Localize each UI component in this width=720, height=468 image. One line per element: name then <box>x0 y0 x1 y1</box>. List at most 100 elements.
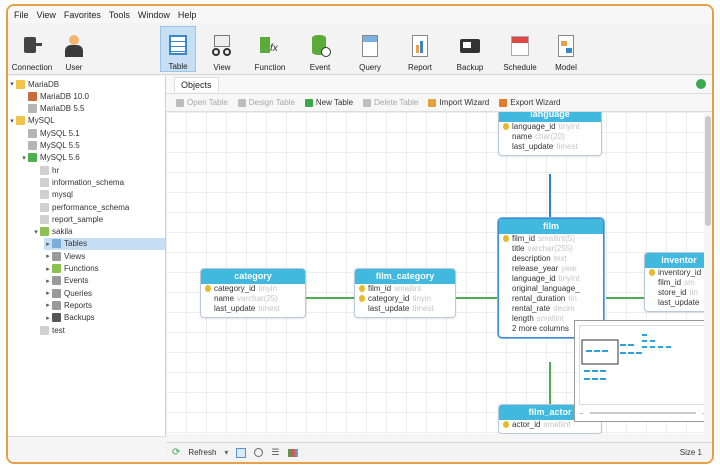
field-name: film_id <box>512 234 536 243</box>
hand-tool-icon[interactable] <box>254 448 264 457</box>
menu-item-window[interactable]: Window <box>138 10 170 20</box>
tree-item-report-sample[interactable]: report_sample <box>32 213 165 225</box>
table-icon <box>166 32 190 58</box>
tree-item-tables[interactable]: ▸ Tables <box>44 237 165 250</box>
tree-item-information-schema[interactable]: information_schema <box>32 176 165 188</box>
import-wizard-button[interactable]: Import Wizard <box>428 98 489 107</box>
minimap-zoom[interactable]: − + <box>579 409 707 418</box>
expand-arrow-icon[interactable]: ▸ <box>44 289 52 297</box>
tree-item-mysql-5-5[interactable]: MySQL 5.5 <box>20 140 165 152</box>
expand-arrow-icon[interactable]: ▸ <box>44 240 52 248</box>
er-field: original_language_ <box>499 284 603 294</box>
tree-item-mysql-5-6[interactable]: ▾ MySQL 5.6 <box>20 152 165 164</box>
tree-item-events[interactable]: ▸ Events <box>44 275 165 287</box>
server-on-icon <box>28 153 37 163</box>
add-icon[interactable] <box>696 79 706 89</box>
field-type: tinyint <box>558 274 580 283</box>
tree-item-label: MariaDB 10.0 <box>40 91 89 101</box>
expand-arrow-icon[interactable]: ▸ <box>44 265 52 273</box>
refresh-button[interactable]: Refresh <box>188 448 216 457</box>
expand-arrow-icon[interactable]: ▾ <box>20 154 28 162</box>
tree-item-test[interactable]: test <box>32 324 165 336</box>
new-table-button[interactable]: New Table <box>304 98 353 107</box>
tree-item-mysql[interactable]: mysql <box>32 189 165 201</box>
toolbar-schedule-button[interactable]: Schedule <box>500 26 540 72</box>
align-icon[interactable]: ☰ <box>271 447 279 458</box>
zoom-out-icon[interactable]: − <box>579 409 584 418</box>
events-icon <box>52 276 61 286</box>
tree-item-hr[interactable]: hr <box>32 164 165 176</box>
tree-item-performance-schema[interactable]: performance_schema <box>32 201 165 213</box>
toolbar-connection-button[interactable]: Connection <box>12 26 52 72</box>
toolbar-user-button[interactable]: User <box>54 26 94 72</box>
toolbar-function-button[interactable]: fx Function <box>246 26 294 72</box>
field-type: smallint(5) <box>538 234 576 243</box>
tab-objects[interactable]: Objects <box>174 77 219 92</box>
tree-item-mysql[interactable]: ▾ MySQL <box>8 115 165 127</box>
horizontal-scrollbar[interactable] <box>166 434 712 442</box>
er-table-title: film_category <box>355 269 455 284</box>
tree-item-mariadb[interactable]: ▾ MariaDB <box>8 78 165 90</box>
tree-item-reports[interactable]: ▸ Reports <box>44 299 165 311</box>
expand-arrow-icon[interactable]: ▾ <box>8 117 16 125</box>
db-icon <box>40 177 49 187</box>
toolbar-model-button[interactable]: Model <box>548 26 584 72</box>
toolbar-table-button[interactable]: Table <box>160 26 196 72</box>
report-icon <box>408 33 432 59</box>
field-type: tinyin <box>258 284 278 293</box>
toolbar-query-button[interactable]: Query <box>348 26 392 72</box>
er-field: language_id tinyint <box>499 122 601 132</box>
tree-item-queries[interactable]: ▸ Queries <box>44 287 165 299</box>
refresh-dropdown-icon[interactable]: ▾ <box>224 448 228 457</box>
toolbar-label: Event <box>309 63 331 72</box>
expand-arrow-icon[interactable]: ▾ <box>8 80 16 88</box>
menu-item-file[interactable]: File <box>14 10 29 20</box>
vertical-scroll-thumb[interactable] <box>705 116 711 226</box>
toolbar-event-button[interactable]: Event <box>300 26 340 72</box>
er-table-film-category[interactable]: film_category film_id smallint category_id t… <box>354 268 456 318</box>
toolbar-report-button[interactable]: Report <box>400 26 440 72</box>
er-table-category[interactable]: category category_id tinyin name varchar(25)… <box>200 268 306 318</box>
er-field: film_id smallint(5) <box>499 234 603 244</box>
tree-item-mariadb-5-5[interactable]: MariaDB 5.5 <box>20 103 165 115</box>
server-off-icon <box>28 104 37 114</box>
expand-arrow-icon[interactable]: ▾ <box>32 228 40 236</box>
design-table-button[interactable]: Design Table <box>237 98 295 107</box>
menu-item-view[interactable]: View <box>37 10 56 20</box>
er-diagram-canvas[interactable]: language language_id tinyint name char(20) la… <box>166 112 712 434</box>
tree-item-functions[interactable]: ▸ Functions <box>44 263 165 275</box>
key-icon <box>205 285 211 292</box>
expand-arrow-icon[interactable]: ▸ <box>44 301 52 309</box>
color-picker-icon[interactable] <box>287 448 298 457</box>
refresh-icon[interactable]: ⟳ <box>172 447 180 458</box>
toolbar-backup-button[interactable]: Backup <box>448 26 492 72</box>
tree-item-backups[interactable]: ▸ Backups <box>44 312 165 324</box>
er-table-language[interactable]: language language_id tinyint name char(20) la… <box>498 112 602 156</box>
select-tool-icon[interactable] <box>236 447 247 458</box>
menu-item-tools[interactable]: Tools <box>109 10 130 20</box>
tree-item-mysql-5-1[interactable]: MySQL 5.1 <box>20 127 165 139</box>
expand-arrow-icon[interactable]: ▸ <box>44 314 52 322</box>
key-icon <box>503 123 509 130</box>
er-table-inventory[interactable]: inventor inventory_id film_id sm store_id tin… <box>644 252 712 312</box>
expand-arrow-icon[interactable]: ▸ <box>44 252 52 260</box>
tree-item-label: hr <box>52 165 60 175</box>
folder-icon <box>16 116 25 126</box>
tree-item-views[interactable]: ▸ Views <box>44 250 165 262</box>
delete-table-icon <box>363 98 372 107</box>
tree-item-mariadb-10-0[interactable]: MariaDB 10.0 <box>20 90 165 102</box>
toolbar-view-button[interactable]: View <box>204 26 240 72</box>
vertical-scrollbar[interactable] <box>704 112 712 434</box>
tree-item-sakila[interactable]: ▾ sakila <box>32 226 165 238</box>
tool-label: Export Wizard <box>510 98 561 107</box>
delete-table-button[interactable]: Delete Table <box>363 98 418 107</box>
menu-item-favorites[interactable]: Favorites <box>64 10 101 20</box>
zoom-slider[interactable] <box>589 412 697 414</box>
expand-arrow-icon[interactable]: ▸ <box>44 277 52 285</box>
open-table-icon <box>176 98 184 107</box>
tree-item-label: MySQL 5.5 <box>40 141 80 150</box>
export-wizard-button[interactable]: Export Wizard <box>499 98 560 107</box>
open-table-button[interactable]: Open Table <box>176 98 228 107</box>
menu-item-help[interactable]: Help <box>178 10 197 20</box>
diagram-minimap[interactable]: − + <box>574 320 712 422</box>
